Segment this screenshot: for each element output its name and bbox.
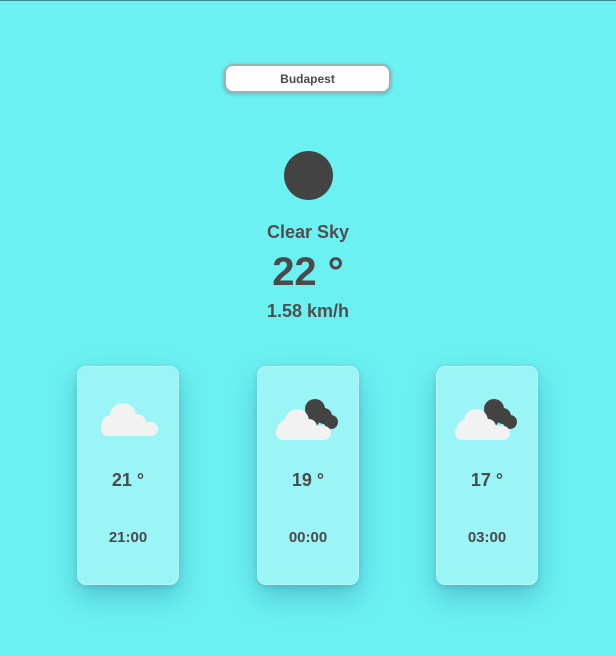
- forecast-time: 03:00: [467, 529, 507, 546]
- city-search-input[interactable]: [224, 64, 391, 93]
- forecast-temperature: 19 °: [291, 470, 325, 490]
- forecast-time: 00:00: [288, 529, 328, 546]
- forecast-card: 21 ° 21:00: [77, 366, 179, 585]
- current-temperature: 22 °: [272, 250, 344, 294]
- current-wind-speed: 1.58 km/h: [266, 301, 350, 321]
- cloud-icon: [101, 403, 158, 436]
- forecast-temperature: 21 °: [111, 470, 145, 490]
- current-condition: Clear Sky: [266, 222, 350, 242]
- broken-clouds-icon: [455, 399, 517, 440]
- broken-clouds-icon: [276, 399, 338, 440]
- forecast-card: 19 ° 00:00: [257, 366, 359, 585]
- clear-sky-icon: [284, 151, 333, 200]
- forecast-card: 17 ° 03:00: [436, 366, 538, 585]
- forecast-temperature: 17 °: [470, 470, 504, 490]
- forecast-time: 21:00: [108, 529, 148, 546]
